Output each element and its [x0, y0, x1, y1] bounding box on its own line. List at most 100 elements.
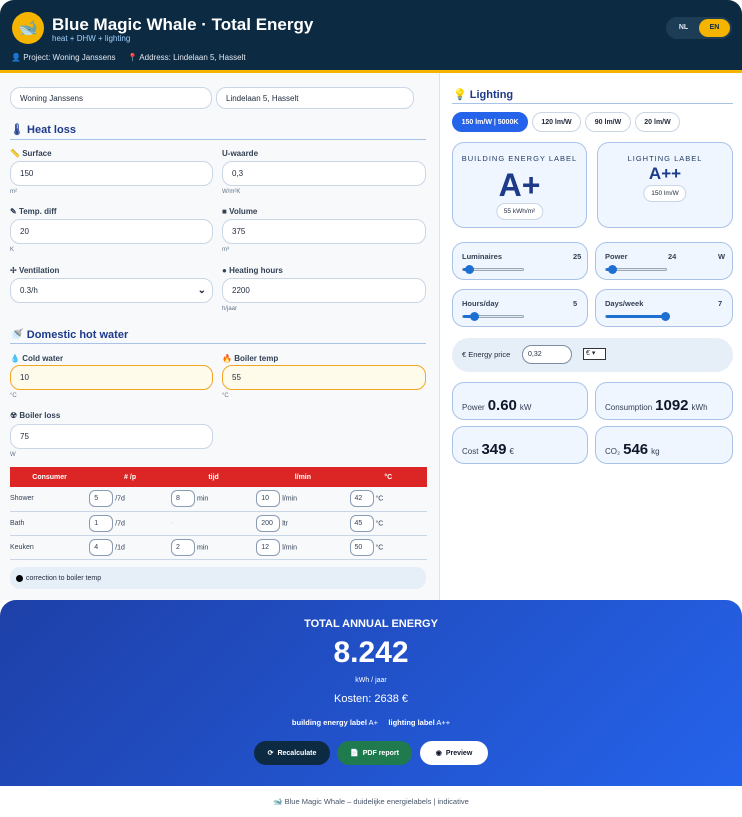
slider-fill — [606, 315, 666, 318]
efficacy-option-20[interactable]: 20 lm/W — [635, 112, 680, 132]
cold-water-label: 💧 Cold water — [10, 354, 63, 363]
boiler-temp-input[interactable]: 55 — [222, 365, 426, 390]
file-icon: 📄 — [350, 750, 359, 757]
consumer-name: Bath — [10, 511, 90, 536]
divider — [452, 103, 733, 104]
cold-water-label-text: Cold water — [22, 354, 64, 363]
boiler-loss-input[interactable]: 75 — [10, 424, 213, 449]
cube-icon: ■ — [222, 207, 227, 216]
cold-water-input[interactable]: 10 — [10, 365, 213, 390]
lang-en-button[interactable]: EN — [699, 19, 730, 37]
flow-input[interactable]: 10 — [256, 490, 281, 508]
heat-loss-heading: 🌡 Heat loss — [10, 123, 76, 136]
efficacy-option-120[interactable]: 120 lm/W — [532, 112, 581, 132]
app-title: Blue Magic Whale · Total Energy — [52, 15, 314, 34]
pdf-report-button[interactable]: 📄 PDF report — [337, 741, 412, 765]
count-input[interactable]: 5 — [89, 490, 114, 508]
volume-label-text: Volume — [229, 207, 258, 216]
count-input[interactable]: 4 — [89, 538, 114, 556]
luminaires-slider[interactable] — [462, 265, 524, 274]
heating-hours-unit: h/jaar — [222, 306, 238, 312]
surface-input[interactable]: 150 — [10, 161, 213, 186]
energy-price-input[interactable]: 0,32 — [522, 345, 572, 364]
result-unit: kg — [651, 447, 660, 456]
days-per-week-slider[interactable] — [605, 312, 670, 321]
lighting-label-chip: 150 lm/W — [643, 185, 687, 202]
flow-unit: l/min — [282, 543, 297, 551]
slider-value: 24 — [668, 252, 677, 261]
lighting-label-title: LIGHTING LABEL — [627, 154, 703, 163]
slider-handle[interactable] — [661, 312, 670, 321]
power-card: Power 24 W — [595, 242, 733, 280]
heat-loss-title: Heat loss — [27, 124, 76, 136]
language-toggle[interactable]: NL EN — [666, 17, 732, 39]
recalculate-button[interactable]: ⟳ Recalculate — [254, 741, 330, 765]
boiler-temp-label-text: Boiler temp — [234, 354, 279, 363]
temp-diff-label: ✎ Temp. diff — [10, 207, 57, 216]
heating-hours-label: ● Heating hours — [222, 266, 283, 275]
building-label-summary: building energy label — [291, 718, 367, 727]
bulb-icon: 💡 — [453, 89, 467, 101]
result-value: 0.60 — [487, 397, 517, 414]
lang-nl-button[interactable]: NL — [668, 19, 699, 37]
surface-unit: m² — [10, 189, 17, 195]
flow-input[interactable]: 200 — [256, 514, 281, 532]
result-label: CO₂ — [605, 447, 621, 456]
energy-price-row: € Energy price 0,32 € ▾ — [452, 338, 733, 372]
lighting-label-grade: A++ — [648, 164, 682, 183]
temp-input[interactable]: 45 — [349, 514, 374, 532]
dhw-title: Domestic hot water — [26, 329, 129, 341]
heating-hours-input[interactable]: 2200 — [222, 278, 426, 303]
footer-text: Blue Magic Whale – duidelijke energielab… — [284, 797, 469, 806]
dhw-consumer-table: Consumer # /p tijd l/min °C Shower 5/7d … — [10, 467, 427, 560]
temp-unit: °C — [375, 495, 384, 503]
energy-price-label: € Energy price — [462, 350, 511, 359]
slider-handle[interactable] — [465, 265, 475, 274]
volume-input[interactable]: 375 — [222, 219, 426, 244]
time-input[interactable]: 8 — [170, 490, 195, 508]
u-value-input[interactable]: 0,3 — [222, 161, 426, 186]
note-text: correction to boiler temp — [26, 574, 102, 582]
count-input[interactable]: 1 — [89, 514, 114, 532]
power-slider[interactable] — [605, 265, 667, 274]
chevron-down-icon: ⌄ — [197, 285, 206, 296]
project-name-input[interactable]: Woning Janssens — [10, 87, 212, 109]
table-row: Shower 5/7d 8 min 10 l/min 42 °C — [10, 487, 427, 512]
recalculate-label: Recalculate — [277, 749, 317, 757]
temp-input[interactable]: 50 — [349, 538, 374, 556]
total-unit: kWh / jaar — [355, 677, 387, 684]
preview-button[interactable]: ◉ Preview — [420, 741, 488, 765]
ventilation-select[interactable]: 0.3/h ⌄ — [10, 278, 213, 303]
temp-input[interactable]: 42 — [349, 490, 374, 508]
time-unit: min — [196, 495, 209, 503]
eye-icon: ◉ — [435, 750, 442, 757]
divider — [10, 139, 426, 140]
chevron-down-icon: ▾ — [591, 350, 596, 357]
volume-label: ■ Volume — [222, 207, 257, 216]
flow-unit: ltr — [282, 519, 289, 527]
info-icon — [16, 574, 23, 582]
building-label-grade: A+ — [498, 167, 541, 203]
slider-handle[interactable] — [470, 312, 479, 321]
boiler-loss-label: ☢ Boiler loss — [10, 411, 60, 420]
heating-hours-label-text: Heating hours — [229, 266, 283, 275]
slider-handle[interactable] — [608, 265, 618, 274]
col-consumer: Consumer — [10, 467, 90, 487]
efficacy-option-90[interactable]: 90 lm/W — [585, 112, 631, 132]
currency-select[interactable]: € ▾ — [583, 348, 606, 360]
footer: 🐋 Blue Magic Whale – duidelijke energiel… — [0, 797, 742, 806]
clock-icon: ● — [222, 266, 227, 275]
pencil-icon: ✎ — [10, 207, 17, 216]
address-input[interactable]: Lindelaan 5, Hasselt — [216, 87, 414, 109]
temp-diff-input[interactable]: 20 — [10, 219, 213, 244]
hours-per-day-card: Hours/day 5 — [452, 289, 588, 327]
col-count: # /p — [89, 467, 171, 487]
efficacy-option-150[interactable]: 150 lm/W | 5000K — [452, 112, 528, 132]
building-grade-summary: A+ — [368, 718, 378, 727]
result-co2-card: CO₂ 546 kg — [595, 426, 733, 464]
flow-input[interactable]: 12 — [256, 538, 281, 556]
hours-per-day-slider[interactable] — [462, 312, 524, 321]
time-input[interactable]: 2 — [170, 538, 195, 556]
slider-value: 25 — [573, 252, 582, 261]
pdf-report-label: PDF report — [362, 749, 399, 757]
